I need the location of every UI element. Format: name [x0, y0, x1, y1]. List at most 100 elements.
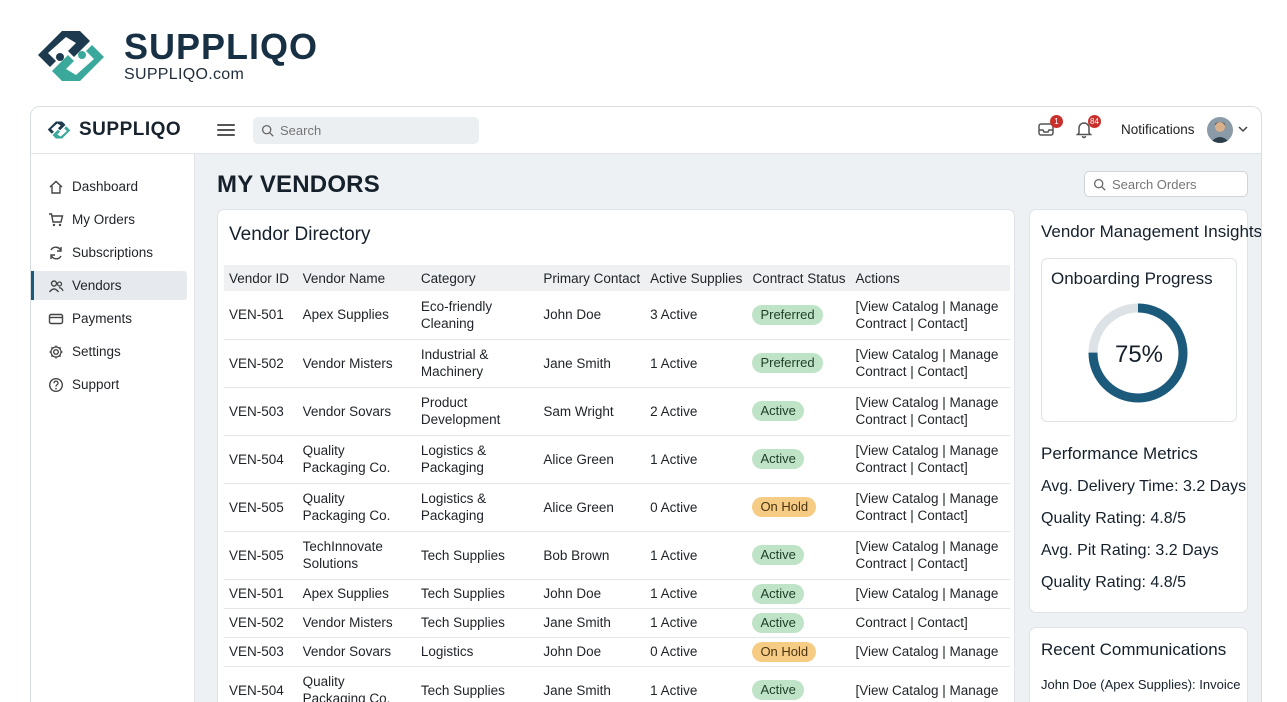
vendor-id-cell: VEN-505: [224, 483, 298, 532]
credit-card-icon: [48, 313, 64, 324]
active-supplies-cell: 1 Active: [645, 608, 748, 638]
category-cell: Industrial & Machinery: [415, 339, 539, 388]
search-input[interactable]: [280, 123, 460, 138]
row-actions-links[interactable]: [View Catalog | Manage Contract | Contac…: [855, 395, 998, 427]
actions-cell: [View Catalog | Manage: [850, 579, 1010, 609]
sidebar-item-vendors[interactable]: Vendors: [31, 271, 187, 300]
active-supplies-cell: 1 Active: [645, 666, 748, 702]
row-actions-links[interactable]: Contract | Contact]: [855, 615, 967, 630]
column-header[interactable]: Vendor Name: [297, 265, 416, 291]
bell-button[interactable]: 84: [1074, 115, 1101, 141]
vendor-name-cell: Vendor Misters: [297, 608, 416, 638]
primary-contact-cell: Jane Smith: [538, 608, 646, 638]
vendor-directory-title: Vendor Directory: [229, 224, 371, 245]
contract-status-cell: On Hold: [747, 637, 851, 667]
active-supplies-cell: 0 Active: [645, 637, 748, 667]
app-window: SUPPLIQO 1 84 Notifications Dashboard My …: [30, 106, 1262, 702]
metric-item: Avg. Pit Rating: 3.2 Days: [1041, 542, 1219, 559]
primary-contact-cell: Jane Smith: [538, 666, 646, 702]
category-cell: Tech Supplies: [415, 579, 539, 609]
active-supplies-cell: 2 Active: [645, 387, 748, 436]
app-logo[interactable]: SUPPLIQO: [45, 119, 181, 141]
app-name: SUPPLIQO: [79, 119, 182, 140]
table-row[interactable]: VEN-505 Quality Packaging Co. Logistics & …: [224, 483, 1010, 532]
communications-title: Recent Communications: [1041, 640, 1227, 659]
table-row[interactable]: VEN-501 Apex Supplies Eco-friendly Cleanin…: [224, 291, 1010, 340]
contract-status-cell: Active: [747, 579, 851, 609]
category-cell: Product Development: [415, 387, 539, 436]
table-row[interactable]: VEN-505 TechInnovate Solutions Tech Suppli…: [224, 531, 1010, 580]
column-header[interactable]: Active Supplies: [645, 265, 748, 291]
inbox-badge: 1: [1050, 115, 1063, 128]
column-header[interactable]: Primary Contact: [538, 265, 646, 291]
table-row[interactable]: VEN-503 Vendor Sovars Product Development S…: [224, 387, 1010, 436]
primary-contact-cell: Jane Smith: [538, 339, 646, 388]
avatar[interactable]: [1207, 117, 1233, 143]
table-row[interactable]: VEN-502 Vendor Misters Tech Supplies Jane S…: [224, 608, 1010, 638]
metric-item: Quality Rating: 4.8/5: [1041, 510, 1186, 527]
sidebar-item-label: My Orders: [72, 212, 136, 227]
sidebar-item-label: Dashboard: [72, 179, 139, 194]
table-body: VEN-501 Apex Supplies Eco-friendly Cleanin…: [224, 291, 1010, 702]
sidebar-item-support[interactable]: Support: [31, 370, 187, 399]
table-row[interactable]: VEN-501 Apex Supplies Tech Supplies John Do…: [224, 579, 1010, 609]
row-actions-links[interactable]: [View Catalog | Manage Contract | Contac…: [855, 299, 998, 331]
vendor-id-cell: VEN-501: [224, 579, 298, 609]
active-supplies-cell: 1 Active: [645, 579, 748, 609]
vendor-name-cell: Vendor Sovars: [297, 387, 416, 436]
recent-communications-panel: Recent Communications John Doe (Apex Sup…: [1029, 627, 1248, 702]
inbox-button[interactable]: 1: [1036, 115, 1063, 141]
users-icon: [48, 279, 64, 292]
row-actions-links[interactable]: [View Catalog | Manage Contract | Contac…: [855, 539, 998, 571]
column-header[interactable]: Vendor ID: [224, 265, 298, 291]
actions-cell: [View Catalog | Manage Contract | Contac…: [850, 387, 1010, 436]
column-header[interactable]: Contract Status: [747, 265, 851, 291]
table-row[interactable]: VEN-502 Vendor Misters Industrial & Machin…: [224, 339, 1010, 388]
row-actions-links[interactable]: [View Catalog | Manage: [855, 683, 998, 698]
top-bar: SUPPLIQO 1 84 Notifications: [31, 107, 1261, 154]
active-supplies-cell: 1 Active: [645, 531, 748, 580]
onboarding-value: 75%: [1114, 341, 1164, 368]
primary-contact-cell: Sam Wright: [538, 387, 646, 436]
status-badge: Active: [752, 449, 804, 469]
row-actions-links[interactable]: [View Catalog | Manage Contract | Contac…: [855, 347, 998, 379]
vendor-id-cell: VEN-501: [224, 291, 298, 340]
status-badge: Preferred: [752, 304, 823, 325]
category-cell: Tech Supplies: [415, 531, 539, 580]
primary-contact-cell: John Doe: [538, 291, 646, 340]
row-actions-links[interactable]: [View Catalog | Manage: [855, 644, 998, 659]
communication-item[interactable]: John Doe (Apex Supplies): Invoice #...: [1041, 677, 1241, 692]
notifications-label[interactable]: Notifications: [1121, 122, 1195, 137]
sidebar-item-settings[interactable]: Settings: [31, 337, 187, 366]
table-row[interactable]: VEN-503 Vendor Sovars Logistics John Doe 0 A…: [224, 637, 1010, 667]
row-actions-links[interactable]: [View Catalog | Manage Contract | Contac…: [855, 491, 998, 523]
sidebar-item-payments[interactable]: Payments: [31, 304, 187, 333]
global-search[interactable]: [253, 117, 479, 144]
category-cell: Logistics: [415, 637, 539, 667]
hamburger-menu-icon[interactable]: [217, 121, 235, 139]
search-icon: [261, 124, 274, 137]
orders-search[interactable]: [1084, 171, 1248, 197]
row-actions-links[interactable]: [View Catalog | Manage Contract | Contac…: [855, 443, 998, 475]
status-badge: Active: [752, 612, 804, 633]
page-title: MY VENDORS: [217, 171, 380, 198]
vendor-insights-panel: Vendor Management Insights Onboarding Pr…: [1029, 209, 1261, 613]
table-row[interactable]: VEN-504 Quality Packaging Co. Logistics & …: [224, 435, 1010, 484]
status-badge: On Hold: [752, 641, 817, 662]
column-header[interactable]: Category: [415, 265, 539, 291]
vendor-name-cell: Vendor Misters: [297, 339, 416, 388]
category-cell: Tech Supplies: [415, 608, 539, 638]
contract-status-cell: Preferred: [747, 339, 851, 388]
orders-search-input[interactable]: [1112, 176, 1232, 192]
sidebar-item-my-orders[interactable]: My Orders: [31, 205, 187, 234]
sidebar-item-dashboard[interactable]: Dashboard: [31, 172, 187, 201]
chevron-down-icon[interactable]: [1238, 124, 1248, 134]
vendor-id-cell: VEN-505: [224, 531, 298, 580]
status-badge: On Hold: [752, 497, 817, 517]
sidebar: Dashboard My Orders Subscriptions Vendors Pa…: [31, 154, 195, 702]
row-actions-links[interactable]: [View Catalog | Manage: [855, 586, 998, 601]
sidebar-item-subscriptions[interactable]: Subscriptions: [31, 238, 187, 267]
onboarding-title: Onboarding Progress: [1051, 269, 1213, 288]
column-header[interactable]: Actions: [850, 265, 1010, 291]
table-row[interactable]: VEN-504 Quality Packaging Co. Tech Supplie…: [224, 666, 1010, 702]
